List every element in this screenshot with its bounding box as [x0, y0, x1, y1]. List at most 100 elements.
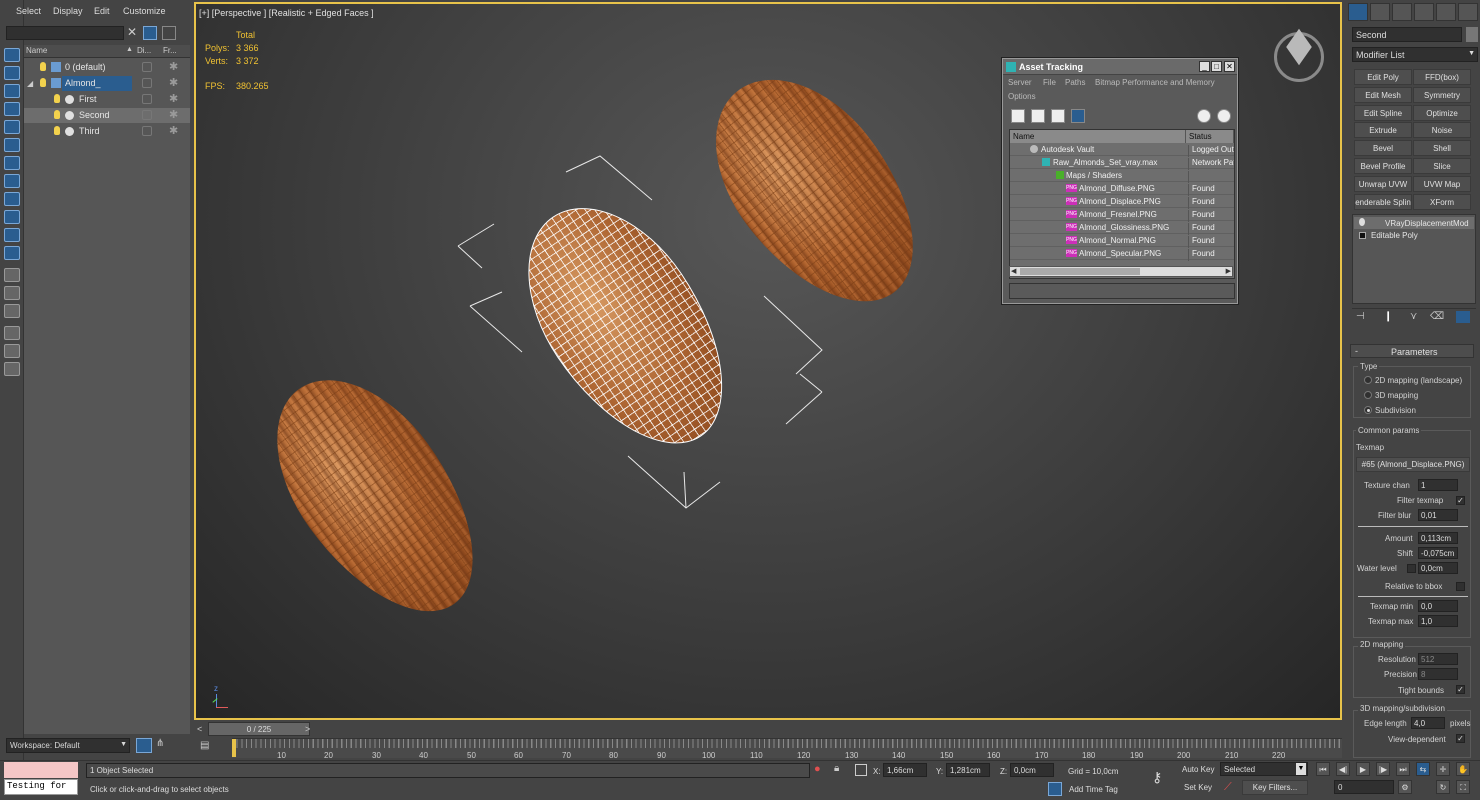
explorer-search-input[interactable] [6, 26, 124, 40]
menu-server[interactable]: Server [1008, 78, 1032, 87]
asset-row[interactable]: Raw_Almonds_Set_vray.max Network Path [1010, 156, 1234, 170]
xform-button[interactable]: XForm [1413, 194, 1471, 210]
next-frame-icon[interactable]: |▶ [1376, 762, 1390, 776]
display-icon[interactable] [142, 110, 152, 120]
symmetry-button[interactable]: Symmetry [1413, 87, 1471, 103]
current-frame-field[interactable]: 0 [1334, 780, 1394, 794]
water-level-spinner[interactable]: 0,0cm [1418, 562, 1458, 574]
asset-row[interactable]: PNG Almond_Diffuse.PNG Found [1010, 182, 1234, 196]
workspace-dropdown[interactable]: Workspace: Default ▼ [6, 738, 130, 753]
collapse-arrow-icon[interactable]: ◢ [27, 79, 33, 88]
freeze-icon[interactable]: ✱ [169, 60, 178, 73]
column-name[interactable]: Name [1010, 130, 1186, 143]
edit-poly-button[interactable]: Edit Poly [1354, 69, 1412, 85]
clear-search-icon[interactable]: ✕ [127, 25, 137, 39]
xrefs-tool-icon[interactable] [4, 228, 20, 242]
y-coordinate-field[interactable]: 1,281cm [946, 763, 990, 777]
track-bar-icon[interactable]: ▤ [200, 740, 216, 754]
scroll-right-icon[interactable]: ▶ [1226, 267, 1231, 275]
menu-display[interactable]: Display [53, 6, 83, 16]
layer-row[interactable]: ◢ Almond_ ✱ [24, 76, 190, 91]
scroll-left-icon[interactable]: ◀ [1011, 267, 1016, 275]
cameras-tool-icon[interactable] [4, 156, 20, 170]
object-row[interactable]: Second ✱ [24, 108, 190, 123]
dialog-titlebar[interactable]: Asset Tracking _ □ ✕ [1003, 59, 1237, 75]
stack-item-editable-poly[interactable]: Editable Poly [1371, 231, 1418, 240]
spacewarps-tool-icon[interactable] [4, 192, 20, 206]
display-icon[interactable] [142, 126, 152, 136]
hierarchy-icon[interactable]: ⋔ [156, 738, 170, 753]
funnel-icon[interactable] [4, 326, 20, 340]
key-icon[interactable]: ⚷ [1152, 769, 1162, 786]
maxscript-listener-pink[interactable] [4, 762, 78, 778]
zoom-extents-icon[interactable]: ✛ [1436, 762, 1450, 776]
column-freeze[interactable]: Fr... [163, 46, 177, 55]
configure-sets-icon[interactable] [1456, 311, 1470, 323]
layer-row[interactable]: 0 (default) ✱ [24, 60, 190, 75]
resolution-spinner[interactable]: 512 [1418, 653, 1458, 665]
filter-toggle-icon[interactable] [143, 26, 157, 40]
light-bulb-icon[interactable] [54, 126, 60, 135]
explorer-options-icon[interactable] [162, 26, 176, 40]
noise-button[interactable]: Noise [1413, 122, 1471, 138]
display-tab-icon[interactable] [1436, 3, 1456, 21]
filter-texmap-checkbox[interactable]: ✓ [1456, 496, 1465, 505]
time-tag-icon[interactable] [1048, 782, 1062, 796]
absolute-mode-icon[interactable] [855, 764, 867, 776]
scrollbar-thumb[interactable] [1020, 268, 1140, 275]
unwrap-uvw-button[interactable]: Unwrap UVW [1354, 176, 1412, 192]
create-tab-icon[interactable] [1348, 3, 1368, 21]
shift-spinner[interactable]: -0,075cm [1418, 547, 1458, 559]
minimize-button[interactable]: _ [1199, 61, 1210, 72]
refresh-icon[interactable] [1011, 109, 1025, 123]
close-button[interactable]: ✕ [1224, 61, 1235, 72]
menu-edit[interactable]: Edit [94, 6, 110, 16]
tight-bounds-checkbox[interactable]: ✓ [1456, 685, 1465, 694]
current-frame-marker[interactable] [232, 739, 236, 757]
track-bar[interactable]: 10 20 30 40 50 60 70 80 90 100 110 120 1… [232, 738, 1342, 760]
asset-row[interactable]: PNG Almond_Fresnel.PNG Found [1010, 208, 1234, 222]
light-bulb-icon[interactable] [54, 94, 60, 103]
stack-item-vray-displacement[interactable]: VRayDisplacementMod [1385, 219, 1469, 228]
uvw-map-button[interactable]: UVW Map [1413, 176, 1471, 192]
object-name-field[interactable]: Second [1352, 27, 1462, 42]
key-mode-icon[interactable]: ⟋ [1224, 781, 1238, 795]
object-row[interactable]: Third ✱ [24, 124, 190, 139]
radio-subdivision[interactable] [1364, 406, 1372, 414]
x-coordinate-field[interactable]: 1,66cm [883, 763, 927, 777]
shell-button[interactable]: Shell [1413, 140, 1471, 156]
relative-bbox-checkbox[interactable] [1456, 582, 1465, 591]
optimize-button[interactable]: Optimize [1413, 105, 1471, 121]
layer-add-icon[interactable] [4, 344, 20, 358]
bones-tool-icon[interactable] [4, 246, 20, 260]
lights-tool-icon[interactable] [4, 138, 20, 152]
asset-row[interactable]: Maps / Shaders [1010, 169, 1234, 183]
help-icon[interactable] [1197, 109, 1211, 123]
object-color-swatch[interactable] [1466, 27, 1478, 42]
texmap-min-spinner[interactable]: 0,0 [1418, 600, 1458, 612]
slice-button[interactable]: Slice [1413, 158, 1471, 174]
display-icon[interactable] [142, 78, 152, 88]
groups-tool-icon[interactable] [4, 210, 20, 224]
bevel-button[interactable]: Bevel [1354, 140, 1412, 156]
remove-modifier-icon[interactable]: ⌫ [1430, 311, 1444, 322]
view-dependent-checkbox[interactable]: ✓ [1456, 734, 1465, 743]
renderable-spline-button[interactable]: enderable Splin [1354, 194, 1412, 210]
light-bulb-icon[interactable] [40, 62, 46, 71]
asset-row[interactable]: Autodesk Vault Logged Out [1010, 143, 1234, 157]
asset-row[interactable]: PNG Almond_Glossiness.PNG Found [1010, 221, 1234, 235]
column-status[interactable]: Status [1186, 130, 1234, 143]
layer-list-icon[interactable] [4, 362, 20, 376]
asset-row[interactable]: PNG Almond_Displace.PNG Found [1010, 195, 1234, 209]
helpers-tool-icon[interactable] [4, 174, 20, 188]
texmap-max-spinner[interactable]: 1,0 [1418, 615, 1458, 627]
time-next-icon[interactable]: > [305, 724, 310, 734]
ffd-box-button[interactable]: FFD(box) [1413, 69, 1471, 85]
make-unique-icon[interactable]: ⋎ [1410, 311, 1417, 322]
radio-3d-mapping[interactable] [1364, 391, 1372, 399]
asset-path-field[interactable] [1009, 283, 1235, 299]
goto-end-icon[interactable]: ⏭ [1396, 762, 1410, 776]
field-of-view-icon[interactable]: ✋ [1456, 762, 1470, 776]
layer-explorer-icon[interactable] [136, 738, 152, 753]
column-name[interactable]: Name [26, 46, 47, 55]
